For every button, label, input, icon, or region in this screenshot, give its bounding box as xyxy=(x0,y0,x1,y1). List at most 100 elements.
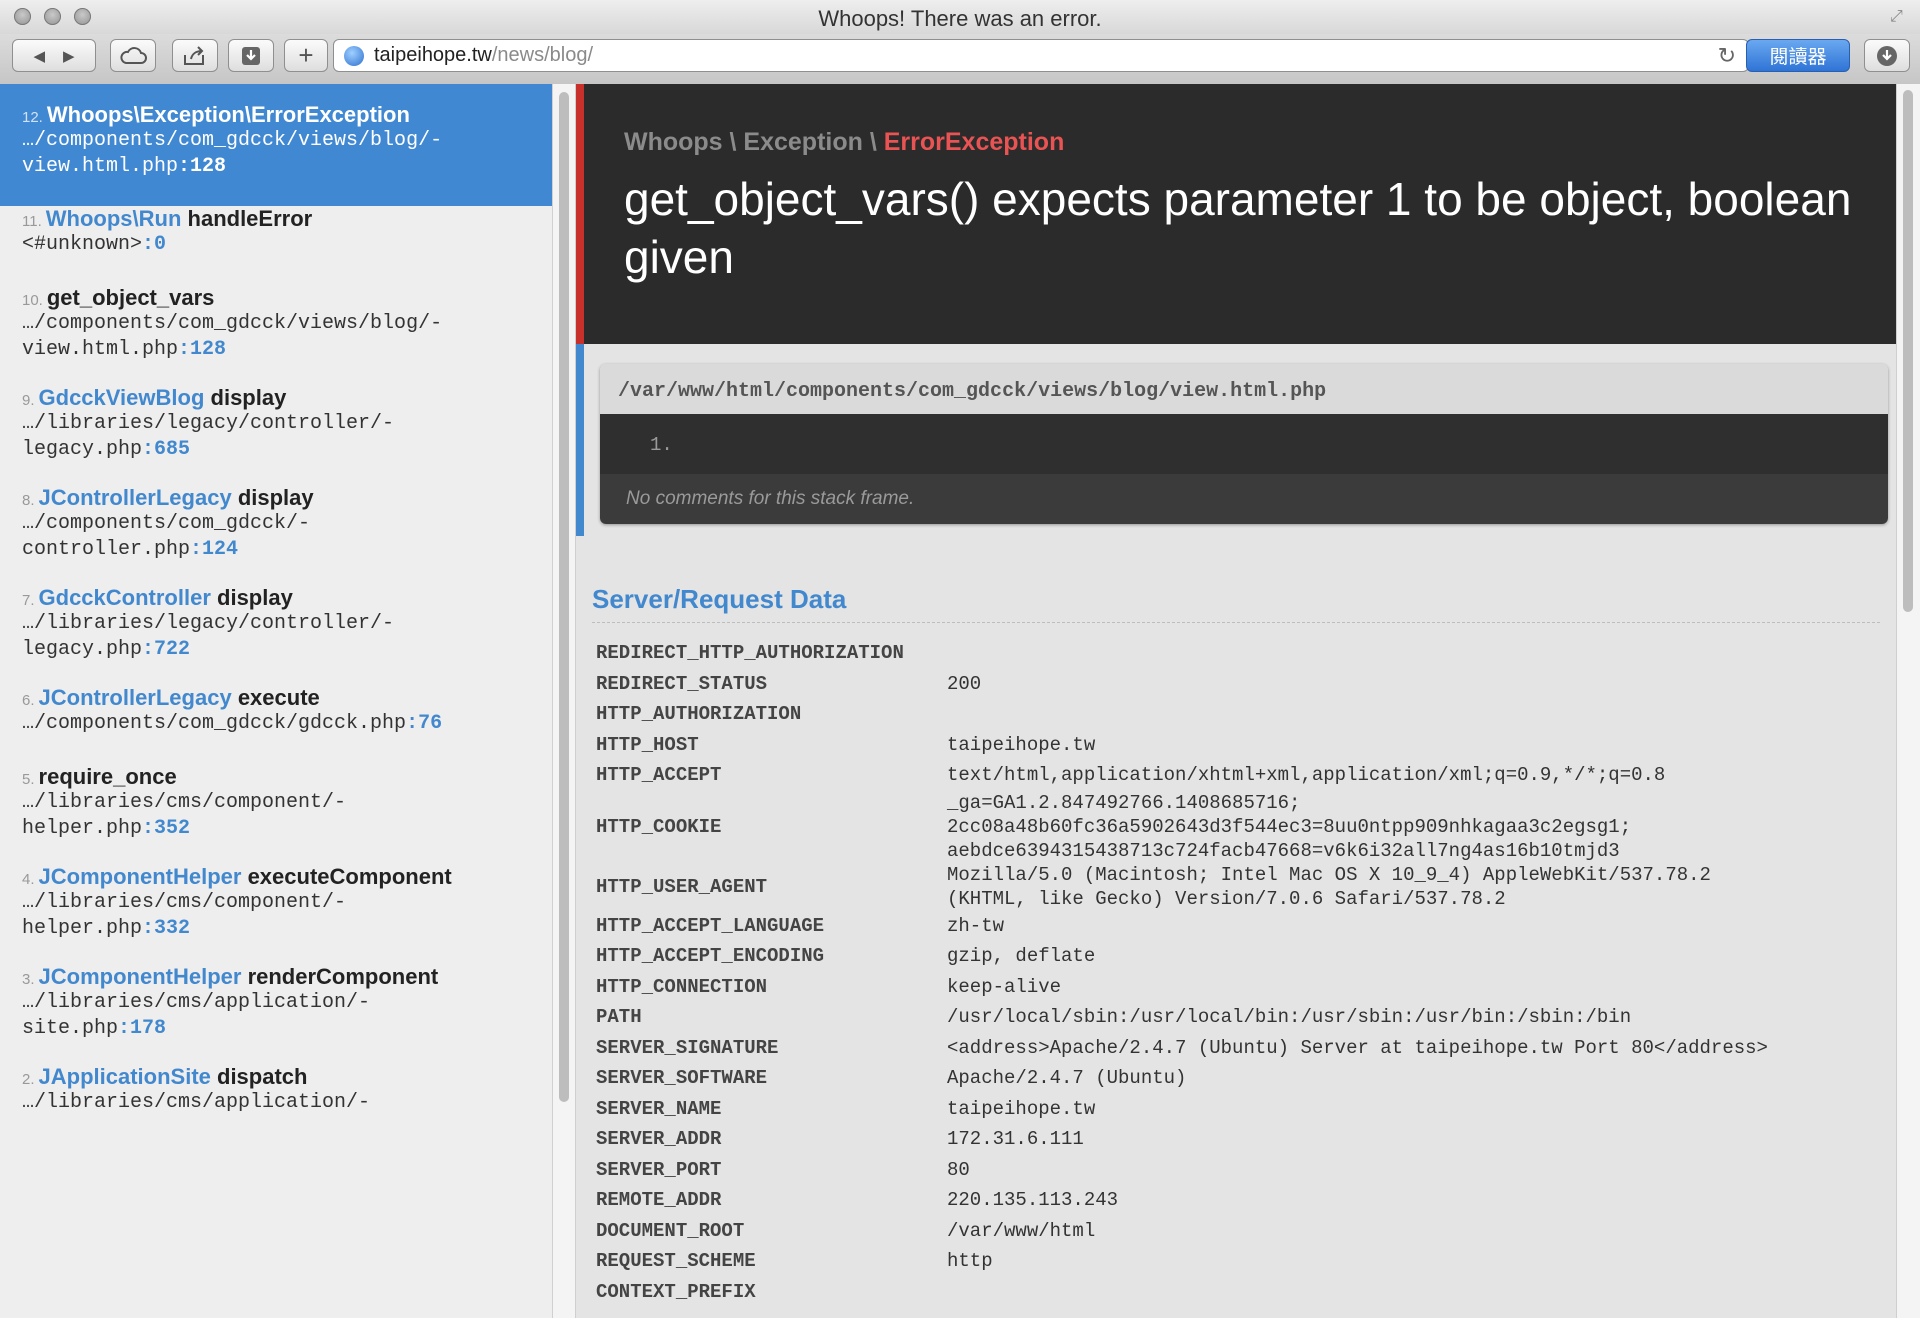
details-scrollbar-thumb[interactable] xyxy=(1903,90,1913,612)
server-data-row: SERVER_PORT 80 xyxy=(596,1155,1880,1186)
plus-icon: + xyxy=(298,40,314,70)
frame-file: …/libraries/cms/component/- helper.php:3… xyxy=(22,791,347,840)
server-data-value xyxy=(947,1277,1880,1308)
stack-frame[interactable]: 3. JComponentHelper renderComponent …/libr… xyxy=(0,946,552,1042)
server-data-value: /var/www/html xyxy=(947,1219,1096,1242)
exception-header: Whoops \ Exception \ ErrorException get_… xyxy=(576,84,1896,344)
frame-line-number: :0 xyxy=(142,233,167,256)
server-data-row: SERVER_ADDR 172.31.6.111 xyxy=(596,1124,1880,1155)
stack-frame[interactable]: 11. Whoops\Run handleError <#unknown>:0 xyxy=(0,188,552,258)
server-data-key: REDIRECT_HTTP_AUTHORIZATION xyxy=(596,642,904,665)
share-button[interactable] xyxy=(172,39,218,72)
server-data-row: HTTP_HOST taipeihope.tw xyxy=(596,730,1880,761)
icloud-tabs-button[interactable] xyxy=(110,39,156,72)
new-tab-button[interactable]: + xyxy=(284,39,328,72)
frame-class: JControllerLegacy xyxy=(38,485,232,510)
code-box: /var/www/html/components/com_gdcck/views… xyxy=(600,364,1888,524)
server-data-value: gzip, deflate xyxy=(947,945,1096,968)
stack-frame[interactable]: 5. require_once …/libraries/cms/component/… xyxy=(0,746,552,842)
frame-heading: 2. JApplicationSite dispatch xyxy=(22,1064,530,1090)
code-frame: /var/www/html/components/com_gdcck/views… xyxy=(576,344,1896,536)
frame-file: …/libraries/legacy/controller/- legacy.p… xyxy=(22,612,395,661)
frame-line-number: :128 xyxy=(178,338,227,361)
server-data-key: DOCUMENT_ROOT xyxy=(596,1219,745,1242)
server-data-row: HTTP_USER_AGENT Mozilla/5.0 (Macintosh; I… xyxy=(596,863,1880,911)
server-data-value: 200 xyxy=(947,672,982,695)
frame-function: display xyxy=(237,485,314,510)
back-icon[interactable]: ◀ xyxy=(33,47,45,65)
server-data-key: REMOTE_ADDR xyxy=(596,1189,722,1212)
code-file-path: /var/www/html/components/com_gdcck/views… xyxy=(600,364,1888,414)
stack-frame[interactable]: 9. GdcckViewBlog display …/libraries/legac… xyxy=(0,367,552,463)
reader-button[interactable]: 閱讀器 xyxy=(1746,39,1850,72)
reload-icon[interactable]: ↻ xyxy=(1718,43,1736,69)
server-data-row: HTTP_ACCEPT_ENCODING gzip, deflate xyxy=(596,941,1880,972)
server-data-title: Server/Request Data xyxy=(592,584,847,614)
stack-frame[interactable]: 6. JControllerLegacy execute …/components/… xyxy=(0,667,552,737)
frame-index: 10. xyxy=(22,292,43,309)
frame-file: <#unknown>:0 xyxy=(22,233,167,256)
stack-frame[interactable]: 4. JComponentHelper executeComponent …/lib… xyxy=(0,846,552,942)
server-data-key: HTTP_HOST xyxy=(596,733,699,756)
frame-line-number: :332 xyxy=(142,917,191,940)
details-scrollbar[interactable] xyxy=(1896,84,1920,1318)
server-data-value xyxy=(947,638,1880,669)
server-data-row: CONTEXT_PREFIX xyxy=(596,1277,1880,1308)
frame-heading: 12. Whoops\Exception\ErrorException xyxy=(22,102,530,128)
frame-details-panel: Whoops \ Exception \ ErrorException get_… xyxy=(576,84,1896,1318)
frame-heading: 11. Whoops\Run handleError xyxy=(22,206,530,232)
download-status-button[interactable] xyxy=(1864,39,1910,72)
frame-class: JComponentHelper xyxy=(38,864,242,889)
frame-function: display xyxy=(217,585,293,610)
share-icon xyxy=(184,45,204,65)
stack-frame[interactable]: 10. get_object_vars …/components/com_gdcck… xyxy=(0,267,552,363)
frame-heading: 7. GdcckController display xyxy=(22,585,530,611)
frame-function: require_once xyxy=(38,764,177,789)
server-data-key: REQUEST_SCHEME xyxy=(596,1250,756,1273)
server-data-row: REDIRECT_HTTP_AUTHORIZATION xyxy=(596,638,1880,669)
frame-index: 6. xyxy=(22,692,35,709)
frame-line-number: :76 xyxy=(406,712,443,735)
address-bar[interactable]: taipeihope.tw/news/blog/ ↻ xyxy=(333,39,1749,72)
server-data-value: text/html,application/xhtml+xml,applicat… xyxy=(947,764,1666,787)
stack-scrollbar[interactable] xyxy=(552,84,576,1318)
server-data-value: 220.135.113.243 xyxy=(947,1189,1119,1212)
frame-function: get_object_vars xyxy=(46,285,215,310)
exception-class-title: Whoops \ Exception \ ErrorException xyxy=(624,128,1065,156)
frame-file: …/components/com_gdcck/views/blog/- view… xyxy=(22,129,443,178)
frame-file: …/libraries/cms/component/- helper.php:3… xyxy=(22,891,347,940)
frame-heading: 4. JComponentHelper executeComponent xyxy=(22,864,530,890)
server-data-row: PATH/usr/local/sbin:/usr/local/bin:/usr/… xyxy=(596,1002,1880,1033)
stack-scrollbar-thumb[interactable] xyxy=(559,92,569,1102)
server-data-key: HTTP_USER_AGENT xyxy=(596,875,768,898)
frame-heading: 9. GdcckViewBlog display xyxy=(22,385,530,411)
stack-frame[interactable]: 7. GdcckController display …/libraries/leg… xyxy=(0,567,552,663)
stack-frame[interactable]: 2. JApplicationSite dispatch …/libraries/c… xyxy=(0,1046,552,1116)
frame-heading: 6. JControllerLegacy execute xyxy=(22,685,530,711)
stack-frames-panel: 12. Whoops\Exception\ErrorException …/comp… xyxy=(0,84,552,1318)
server-data-key: SERVER_SIGNATURE xyxy=(596,1036,779,1059)
frame-file: …/libraries/legacy/controller/- legacy.p… xyxy=(22,412,395,461)
frame-index: 3. xyxy=(22,971,35,988)
server-data-key: SERVER_NAME xyxy=(596,1097,722,1120)
section-divider xyxy=(592,622,1880,623)
forward-icon[interactable]: ▶ xyxy=(63,47,75,65)
server-data-row: SERVER_SIGNATURE <address>Apache/2.4.7 (U… xyxy=(596,1033,1880,1064)
server-data-value: Apache/2.4.7 (Ubuntu) xyxy=(947,1067,1187,1090)
frame-index: 2. xyxy=(22,1071,35,1088)
frame-index: 8. xyxy=(22,492,35,509)
server-data-key: SERVER_SOFTWARE xyxy=(596,1067,768,1090)
frame-function: display xyxy=(210,385,287,410)
server-data-row: HTTP_AUTHORIZATION xyxy=(596,699,1880,730)
server-data-key: HTTP_CONNECTION xyxy=(596,975,768,998)
server-data-value: taipeihope.tw xyxy=(947,733,1096,756)
server-data-row: REQUEST_SCHEME http xyxy=(596,1246,1880,1277)
fullscreen-icon[interactable]: ⤢ xyxy=(1890,8,1908,26)
window-titlebar: Whoops! There was an error. ⤢ xyxy=(0,0,1920,34)
url-text[interactable]: taipeihope.tw/news/blog/ xyxy=(374,44,593,67)
frame-index: 5. xyxy=(22,771,35,788)
frame-line-number: :722 xyxy=(142,638,191,661)
downloads-button[interactable] xyxy=(228,39,274,72)
frame-file: …/components/com_gdcck/gdcck.php:76 xyxy=(22,712,443,735)
stack-frame[interactable]: 8. JControllerLegacy display …/components/… xyxy=(0,467,552,563)
